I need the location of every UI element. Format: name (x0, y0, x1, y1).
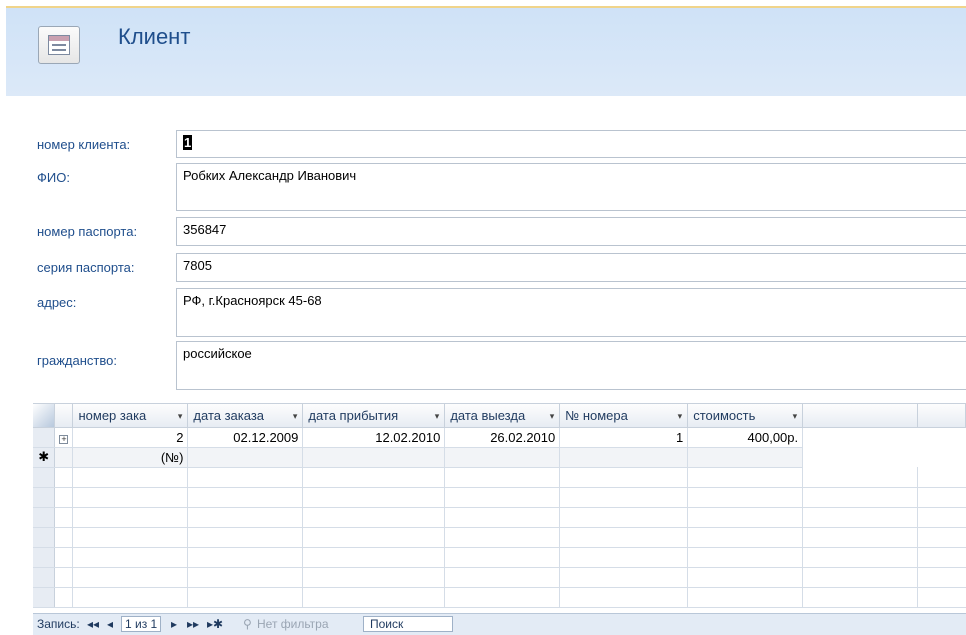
empty-column-header (917, 404, 966, 428)
chevron-down-icon[interactable]: ▾ (435, 411, 440, 422)
select-all-corner[interactable] (33, 404, 56, 428)
row-selector[interactable] (33, 427, 56, 448)
address-field[interactable]: РФ, г.Красноярск 45-68 (176, 288, 966, 337)
address-label: адрес: (37, 295, 77, 310)
record-navigation-bar: Запись: ◂◂ ◂ 1 из 1 ▸ ▸▸ ▸✱ ⚲ Нет фильтр… (33, 613, 966, 635)
cell-order-date[interactable]: 02.12.2009 (187, 427, 304, 448)
passport-series-field[interactable]: 7805 (176, 253, 966, 282)
new-record-button[interactable]: ▸✱ (207, 617, 223, 631)
no-filter-button[interactable]: Нет фильтра (257, 617, 329, 631)
cell-cost[interactable]: 400,00р. (687, 427, 804, 448)
first-record-button[interactable]: ◂◂ (87, 617, 99, 631)
passport-series-label: серия паспорта: (37, 260, 135, 275)
client-number-field[interactable]: 1 (176, 130, 966, 158)
cell-arrival-date[interactable]: 12.02.2010 (302, 427, 446, 448)
fio-label: ФИО: (37, 170, 70, 185)
chevron-down-icon[interactable]: ▾ (293, 411, 298, 422)
chevron-down-icon[interactable]: ▾ (793, 411, 798, 422)
passport-number-label: номер паспорта: (37, 224, 138, 239)
column-arrival-date[interactable]: дата прибытия ▾ (302, 404, 446, 428)
form-header: Клиент (6, 6, 966, 96)
passport-number-field[interactable]: 356847 (176, 217, 966, 246)
record-label: Запись: (37, 617, 80, 631)
new-record-icon: ✱ (33, 447, 56, 468)
cell-departure-date[interactable]: 26.02.2010 (444, 427, 561, 448)
column-departure-date[interactable]: дата выезда ▾ (444, 404, 561, 428)
form-icon (38, 26, 80, 64)
expand-column-header (54, 404, 74, 428)
column-cost[interactable]: стоимость ▾ (687, 404, 804, 428)
table-row[interactable]: + 2 02.12.2009 12.02.2010 26.02.2010 1 4… (33, 427, 966, 448)
column-order-date[interactable]: дата заказа ▾ (187, 404, 304, 428)
filter-icon[interactable]: ⚲ (243, 617, 252, 631)
orders-subform: номер зака ▾ дата заказа ▾ дата прибытия ▾ … (33, 403, 966, 609)
empty-column-header (802, 404, 918, 428)
previous-record-button[interactable]: ◂ (107, 617, 113, 631)
chevron-down-icon[interactable]: ▾ (678, 411, 683, 422)
new-record-placeholder[interactable]: (№) (72, 447, 189, 468)
expand-icon[interactable]: + (59, 434, 69, 444)
client-number-label: номер клиента: (37, 137, 131, 152)
form-title: Клиент (118, 24, 191, 49)
last-record-button[interactable]: ▸▸ (187, 617, 199, 631)
column-room-number[interactable]: № номера ▾ (559, 404, 689, 428)
current-record-input[interactable]: 1 из 1 (121, 616, 162, 632)
column-order-number[interactable]: номер зака ▾ (72, 404, 189, 428)
cell-order-number[interactable]: 2 (72, 427, 189, 448)
chevron-down-icon[interactable]: ▾ (550, 411, 555, 422)
fio-field[interactable]: Робких Александр Иванович (176, 163, 966, 211)
search-input[interactable]: Поиск (363, 616, 453, 632)
chevron-down-icon[interactable]: ▾ (178, 411, 183, 422)
citizenship-label: гражданство: (37, 353, 117, 368)
cell-room-number[interactable]: 1 (559, 427, 689, 448)
next-record-button[interactable]: ▸ (171, 617, 177, 631)
citizenship-field[interactable]: российское (176, 341, 966, 390)
new-record-row[interactable]: ✱ (№) (33, 447, 966, 468)
